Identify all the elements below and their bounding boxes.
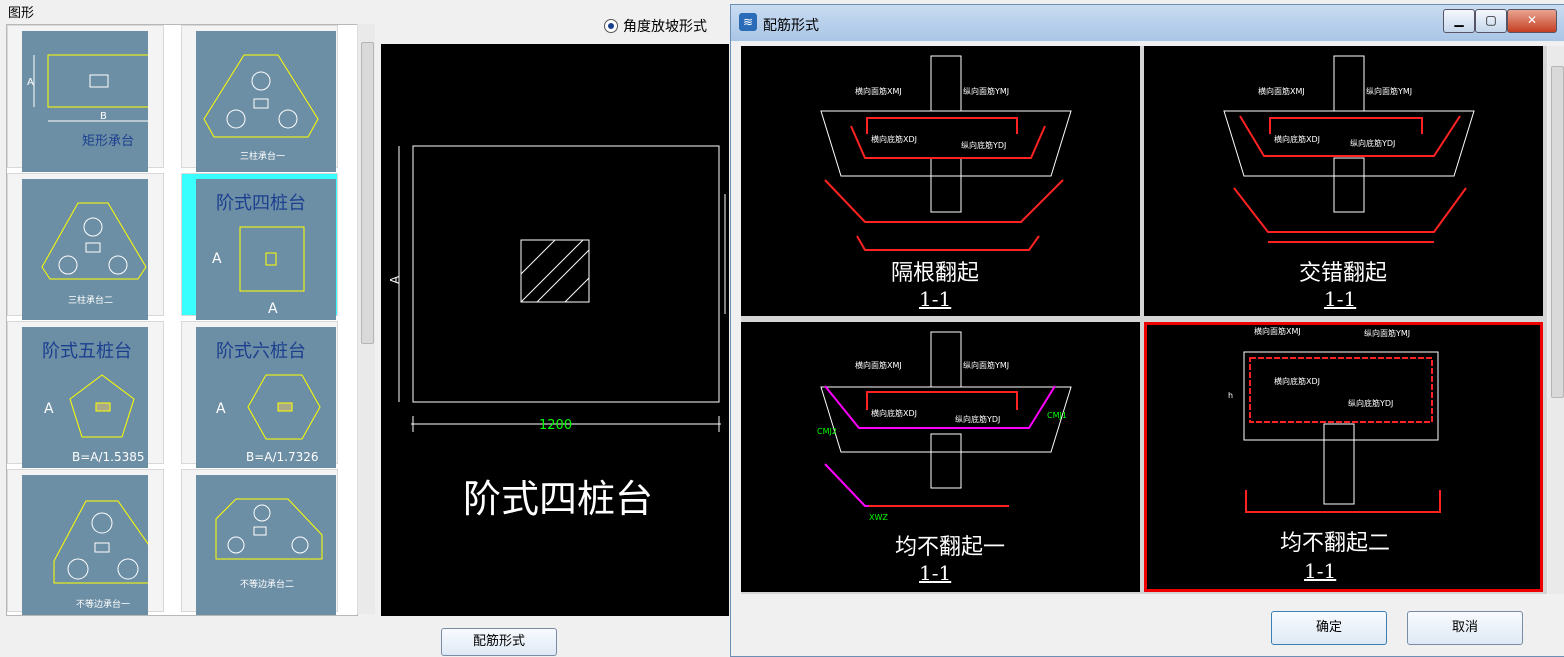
option-label: 隔根翻起 [891,261,979,286]
minimize-button[interactable]: ▁ [1443,9,1475,33]
shape-label: 不等边承台二 [240,578,294,590]
svg-text:CMJ2: CMJ2 [817,427,837,436]
section-label: 1-1 [919,561,951,585]
rect-dim-b: B [100,111,107,122]
svg-text:纵向底筋YDJ: 纵向底筋YDJ [961,140,1006,150]
ok-button[interactable]: 确定 [1271,611,1387,645]
shape-item-step-five-pile[interactable]: 阶式五桩台 A B=A/1.5385 [7,321,164,468]
svg-text:横向底筋XDJ: 横向底筋XDJ [871,408,917,418]
svg-text:XWZ: XWZ [869,513,888,522]
dialog-title: 配筋形式 [763,18,819,34]
shape-label: 阶式四桩台 [216,193,306,214]
dim-a: A [216,401,226,417]
rebar-form-dialog: ≋ 配筋形式 ▁ ▢ ✕ 横向面筋XMJ 纵向面筋YMJ 横向底筋XDJ 纵向底… [730,4,1564,657]
close-icon: ✕ [1526,13,1538,27]
svg-text:CMJ1: CMJ1 [1047,411,1067,420]
svg-text:纵向底筋YDJ: 纵向底筋YDJ [1348,398,1393,408]
rebar-option-staggered-bend[interactable]: 横向面筋XMJ 纵向面筋YMJ 横向底筋XDJ 纵向底筋YDJ 交错翻起 1-1 [1144,46,1543,316]
rebar-option-alternate-bend[interactable]: 横向面筋XMJ 纵向面筋YMJ 横向底筋XDJ 纵向底筋YDJ 隔根翻起 1-1 [741,46,1140,316]
slope-form-radio[interactable]: 角度放坡形式 [604,16,707,36]
shape-label: 不等边承台一 [76,598,130,610]
shape-thumbnail-list[interactable]: A B 矩形承台 三柱承台一 三柱承台二 阶式四桩台 A A 阶式五桩台 A B… [6,24,358,616]
shape-item-step-six-pile[interactable]: 阶式六桩台 A B=A/1.7326 [181,321,338,468]
shape-label: 阶式六桩台 [216,341,306,362]
rebar-option-no-bend-2[interactable]: 横向面筋XMJ 纵向面筋YMJ 横向底筋XDJ 纵向底筋YDJ h 均不翻起二 … [1144,322,1543,592]
cancel-button[interactable]: 取消 [1407,611,1523,645]
preview-title: 阶式四桩台 [463,477,653,521]
shape-label: 三柱承台二 [68,294,113,306]
svg-text:横向面筋XMJ: 横向面筋XMJ [1254,326,1301,336]
section-label: 1-1 [919,287,951,311]
svg-text:纵向面筋YMJ: 纵向面筋YMJ [963,86,1009,96]
dim-a: A [44,401,54,417]
rebar-form-grid: 横向面筋XMJ 纵向面筋YMJ 横向底筋XDJ 纵向底筋YDJ 隔根翻起 1-1… [741,46,1547,594]
svg-text:纵向面筋YMJ: 纵向面筋YMJ [1366,86,1412,96]
radio-dot-icon[interactable] [604,19,618,33]
svg-text:纵向底筋YDJ: 纵向底筋YDJ [955,414,1000,424]
shape-panel-title: 图形 [8,6,35,21]
preview-dim-left: A [388,275,402,284]
maximize-icon: ▢ [1485,13,1497,27]
app-icon: ≋ [739,13,757,31]
option-label: 均不翻起二 [1280,531,1390,556]
shape-panel: 图形 A B 矩形承台 三柱承台一 三柱承台二 阶式四桩台 A A 阶式五桩台 … [0,0,381,655]
shape-item-three-pile-2[interactable]: 三柱承台二 [7,173,164,320]
svg-text:横向底筋XDJ: 横向底筋XDJ [1274,134,1320,144]
dialog-scrollbar[interactable] [1548,46,1564,594]
svg-text:横向面筋XMJ: 横向面筋XMJ [1258,86,1305,96]
shape-label: 阶式五桩台 [42,341,132,362]
svg-text:纵向底筋YDJ: 纵向底筋YDJ [1350,138,1395,148]
rebar-form-button[interactable]: 配筋形式 [441,628,557,656]
section-label: 1-1 [1324,287,1356,311]
svg-text:h: h [1228,391,1233,400]
shape-item-uneven-2[interactable]: 不等边承台二 [181,469,338,615]
shape-item-uneven-1[interactable]: 不等边承台一 [7,469,164,615]
svg-text:横向底筋XDJ: 横向底筋XDJ [1274,376,1320,386]
rect-dim-a: A [27,77,34,88]
radio-label: 角度放坡形式 [623,19,707,35]
svg-text:横向面筋XMJ: 横向面筋XMJ [855,360,902,370]
shape-preview-canvas: A 1200 阶式四桩台 [381,44,729,616]
svg-text:纵向面筋YMJ: 纵向面筋YMJ [1364,328,1410,338]
scroll-thumb[interactable] [361,42,374,344]
minimize-icon: ▁ [1454,13,1464,27]
dialog-titlebar[interactable] [731,5,1564,41]
svg-text:横向面筋XMJ: 横向面筋XMJ [855,86,902,96]
shape-formula: B=A/1.5385 [72,450,145,464]
scroll-thumb[interactable] [1551,66,1564,398]
shape-item-step-four-pile[interactable]: 阶式四桩台 A A [181,173,338,320]
shape-item-three-pile-1[interactable]: 三柱承台一 [181,25,338,172]
close-button[interactable]: ✕ [1507,9,1557,33]
maximize-button[interactable]: ▢ [1475,9,1507,33]
preview-dim-bottom: 1200 [539,418,572,433]
option-label: 均不翻起一 [895,535,1005,560]
shape-list-scrollbar[interactable] [357,24,375,614]
section-label: 1-1 [1304,559,1336,583]
option-label: 交错翻起 [1299,261,1387,286]
shape-formula: B=A/1.7326 [246,450,319,464]
svg-text:横向底筋XDJ: 横向底筋XDJ [871,134,917,144]
shape-label: 三柱承台一 [240,150,285,162]
shape-label: 矩形承台 [82,134,134,149]
shape-item-rect[interactable]: A B 矩形承台 [7,25,164,172]
svg-text:纵向面筋YMJ: 纵向面筋YMJ [963,360,1009,370]
dim-a-left: A [212,251,222,267]
rebar-option-no-bend-1[interactable]: 横向面筋XMJ 纵向面筋YMJ 横向底筋XDJ 纵向底筋YDJ CMJ2 CMJ… [741,322,1140,592]
dim-a-bottom: A [268,301,278,317]
